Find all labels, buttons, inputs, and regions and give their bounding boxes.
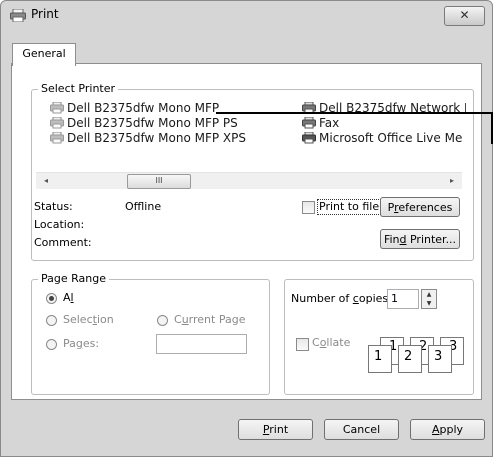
apply-label-post: pply xyxy=(439,423,464,436)
printer-icon xyxy=(302,132,316,144)
all-radio[interactable] xyxy=(46,293,57,304)
current-page-label-accel: u xyxy=(181,313,189,326)
collate-page-number: 1 xyxy=(374,349,383,364)
collate-checkbox[interactable] xyxy=(296,338,309,351)
tab-general-label: General xyxy=(22,47,66,60)
copies-input[interactable]: 1 xyxy=(387,289,419,309)
selection-radio-label[interactable]: Selection xyxy=(63,313,114,327)
pages-label-post: es: xyxy=(82,337,100,350)
print-button[interactable]: Print xyxy=(238,419,313,440)
print-to-file-label[interactable]: Print to file xyxy=(317,199,382,215)
current-page-label-post: rrent Page xyxy=(188,313,246,326)
copies-spinner[interactable]: ▲ ▼ xyxy=(421,289,437,309)
callout-line-vertical xyxy=(491,112,493,144)
printer-icon xyxy=(50,117,64,129)
all-label-accel: l xyxy=(70,291,74,304)
all-label-pre: A xyxy=(63,291,71,304)
chevron-left-icon: ◂ xyxy=(43,176,48,185)
collate-label-post: llate xyxy=(326,336,351,349)
window-title: Print xyxy=(31,7,59,21)
copies-value: 1 xyxy=(391,292,398,305)
printer-list[interactable]: Dell B2375dfw Mono MFP Dell B2375dfw Mon… xyxy=(36,101,466,159)
close-icon: ✕ xyxy=(459,8,470,22)
chevron-right-icon: ▸ xyxy=(449,176,454,185)
printer-item[interactable]: Fax xyxy=(302,116,339,130)
printer-name: Fax xyxy=(319,116,340,130)
collate-label[interactable]: Collate xyxy=(312,336,350,350)
pages-input[interactable] xyxy=(156,334,247,354)
close-button[interactable]: ✕ xyxy=(444,6,485,26)
tab-general[interactable]: General xyxy=(12,43,76,66)
status-label: Status: xyxy=(34,200,73,213)
copies-label: Number of copies: xyxy=(291,292,392,306)
collate-label-pre: C xyxy=(312,336,320,349)
printer-item[interactable]: Dell B2375dfw Mono MFP PS xyxy=(50,116,238,130)
status-value: Offline xyxy=(125,200,162,213)
printer-icon xyxy=(50,132,64,144)
spin-up-icon[interactable]: ▲ xyxy=(422,290,436,299)
cancel-label: Cancel xyxy=(342,423,381,436)
scroll-left-arrow[interactable]: ◂ xyxy=(38,173,54,189)
printer-list-scrollbar[interactable]: ◂ III ▸ xyxy=(36,172,462,189)
selection-radio[interactable] xyxy=(46,315,57,326)
current-page-label-pre: C xyxy=(174,313,182,326)
grip-icon: III xyxy=(155,176,163,185)
printer-item[interactable]: Dell B2375dfw Mono MFP xyxy=(50,101,219,115)
printer-name: Dell B2375dfw Mono MFP XPS xyxy=(67,131,246,145)
page-range-legend: Page Range xyxy=(38,272,109,286)
scroll-thumb[interactable]: III xyxy=(127,174,191,189)
copies-label-pre: Number of xyxy=(291,292,353,305)
printer-name: Dell B2375dfw Mono MFP xyxy=(67,101,220,115)
printer-item[interactable]: Microsoft Office Live Me xyxy=(302,131,462,145)
fax-icon xyxy=(302,117,316,129)
printer-item[interactable]: Dell B2375dfw Mono MFP XPS xyxy=(50,131,246,145)
current-page-radio[interactable] xyxy=(157,315,168,326)
comment-label: Comment: xyxy=(34,236,92,249)
print-label-post: rint xyxy=(269,423,289,436)
preferences-button[interactable]: Preferences xyxy=(380,197,460,217)
find-printer-label-pre: Fin xyxy=(383,233,400,246)
print-to-file-checkbox[interactable] xyxy=(302,201,315,214)
collate-page-number: 3 xyxy=(434,349,443,364)
find-printer-button[interactable]: Find Printer... xyxy=(380,229,460,249)
printer-icon xyxy=(10,9,26,22)
pages-radio[interactable] xyxy=(46,339,57,350)
location-label: Location: xyxy=(34,218,85,231)
collate-page-number: 2 xyxy=(404,349,413,364)
cancel-button[interactable]: Cancel xyxy=(324,419,399,440)
pages-label-pre: Pa xyxy=(63,337,76,350)
callout-line xyxy=(216,112,493,114)
find-printer-label-post: Printer... xyxy=(406,233,457,246)
title-bar[interactable]: Print ✕ xyxy=(1,1,492,29)
printer-icon xyxy=(50,102,64,114)
selection-label-post: ion xyxy=(96,313,114,326)
apply-button[interactable]: Apply xyxy=(410,419,485,440)
collate-pages-icon-3: 3 3 xyxy=(428,337,466,373)
pages-radio-label[interactable]: Pages: xyxy=(63,337,99,351)
printer-name: Microsoft Office Live Me xyxy=(319,131,463,145)
current-page-radio-label[interactable]: Current Page xyxy=(174,313,245,327)
pages-label-accel: g xyxy=(75,337,83,350)
select-printer-legend: Select Printer xyxy=(38,82,119,96)
selection-label-pre: Selec xyxy=(63,313,93,326)
apply-label-accel: A xyxy=(431,423,440,436)
spin-down-icon[interactable]: ▼ xyxy=(422,299,436,308)
scroll-right-arrow[interactable]: ▸ xyxy=(444,173,460,189)
printer-name: Dell B2375dfw Mono MFP PS xyxy=(67,116,238,130)
all-radio-label[interactable]: Al xyxy=(63,291,74,305)
preferences-label-post: eferences xyxy=(398,201,453,214)
